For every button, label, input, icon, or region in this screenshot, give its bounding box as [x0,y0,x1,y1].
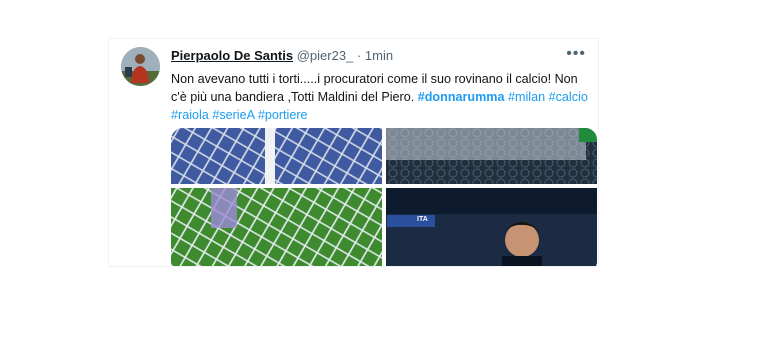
media-grid[interactable]: ITA [171,128,597,266]
score-badge: ITA [417,216,428,223]
tweet-card[interactable]: Pierpaolo De Santis @pier23_ · 1min ••• … [108,38,599,267]
timestamp[interactable]: 1min [365,48,393,63]
hashtag-portiere[interactable]: #portiere [258,108,308,122]
more-options-icon[interactable]: ••• [566,45,586,63]
hashtag-seriea[interactable]: #serieA [212,108,254,122]
tweet-text-line-1: Non avevano tutti i torti.....i procurat… [171,72,578,86]
hashtag-milan[interactable]: #milan [508,90,545,104]
hashtag-raiola[interactable]: #raiola [171,108,209,122]
tweet-text-line-2: c'è più una bandiera ,Totti Maldini del … [171,88,591,106]
avatar[interactable] [121,47,160,86]
tweet-text-line-2-plain: c'è più una bandiera ,Totti Maldini del … [171,90,415,104]
display-name[interactable]: Pierpaolo De Santis [171,48,293,63]
media-image [171,128,597,266]
hashtag-calcio[interactable]: #calcio [549,90,588,104]
avatar-image [121,47,160,86]
separator-dot: · [356,48,362,63]
tweet-text-line-3: #raiola #serieA #portiere [171,106,591,124]
tweet-header: Pierpaolo De Santis @pier23_ · 1min ••• [171,45,586,66]
user-handle[interactable]: @pier23_ [297,48,354,63]
tweet-text: Non avevano tutti i torti.....i procurat… [171,70,591,124]
hashtag-donnarumma[interactable]: #donnarumma [418,90,505,104]
